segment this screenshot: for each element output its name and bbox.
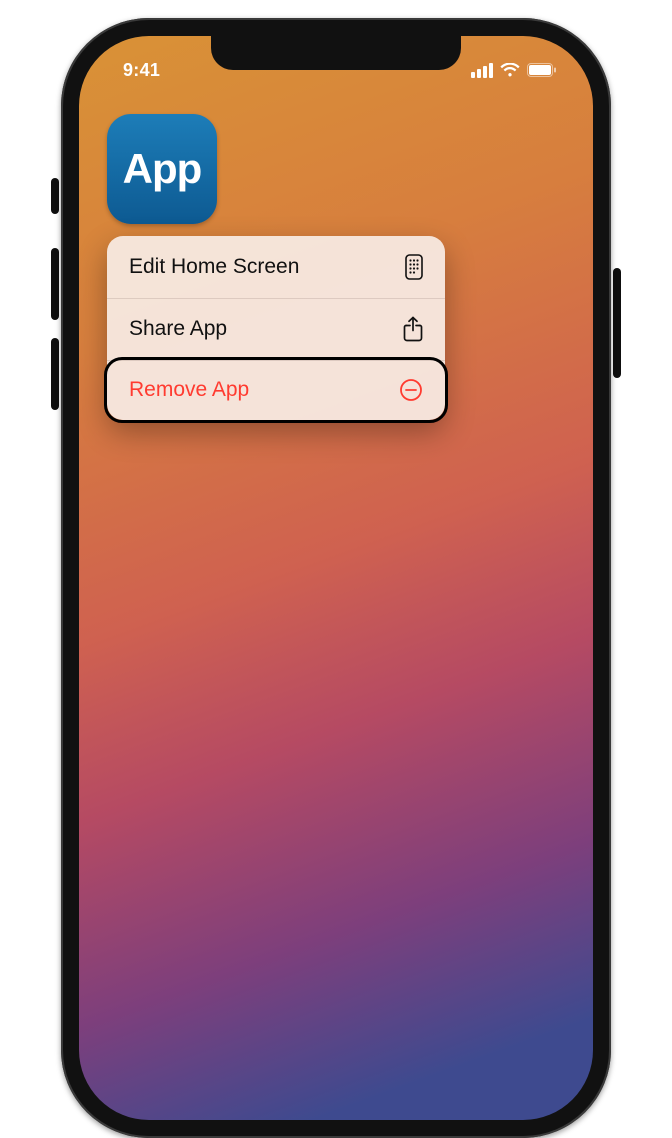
menu-item-label: Edit Home Screen [129,255,299,279]
status-bar: 9:41 [79,50,593,90]
apps-grid-icon [405,254,423,280]
status-time: 9:41 [109,60,160,81]
volume-down-button[interactable] [51,338,59,410]
menu-item-edit-home-screen[interactable]: Edit Home Screen [107,236,445,298]
menu-item-label: Remove App [129,378,249,402]
share-icon [403,316,423,342]
status-indicators [471,63,563,78]
home-screen[interactable]: 9:41 [79,36,593,1120]
app-icon-label: App [123,145,202,193]
battery-icon [527,63,557,77]
wifi-icon [500,63,520,78]
context-menu: Edit Home Screen [107,236,445,420]
power-button[interactable] [613,268,621,378]
cellular-signal-icon [471,63,493,78]
device-frame: 9:41 [61,18,611,1138]
remove-icon [399,378,423,402]
app-icon[interactable]: App [107,114,217,224]
menu-item-label: Share App [129,317,227,341]
mute-switch[interactable] [51,178,59,214]
menu-item-remove-app[interactable]: Remove App [107,360,445,420]
menu-item-share-app[interactable]: Share App [107,298,445,360]
volume-up-button[interactable] [51,248,59,320]
